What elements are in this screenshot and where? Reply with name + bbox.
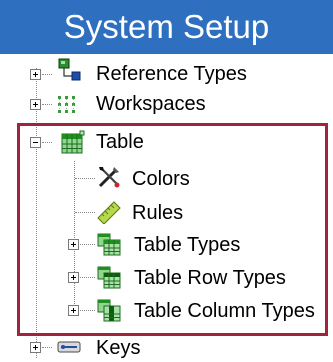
- expand-workspaces-button[interactable]: [30, 99, 41, 110]
- expand-keys-button[interactable]: [30, 342, 41, 353]
- keys-icon: [57, 341, 81, 353]
- title-bar: System Setup: [0, 0, 333, 54]
- tree-item-label: Workspaces: [96, 93, 206, 115]
- expand-reference-types-button[interactable]: [30, 69, 41, 80]
- tree-item-label: Reference Types: [96, 63, 247, 85]
- window-title: System Setup: [63, 8, 270, 45]
- tree-item-label: Keys: [96, 337, 141, 359]
- highlight-box: [17, 123, 328, 336]
- workspaces-icon: [58, 96, 75, 113]
- reference-types-icon: [58, 58, 81, 81]
